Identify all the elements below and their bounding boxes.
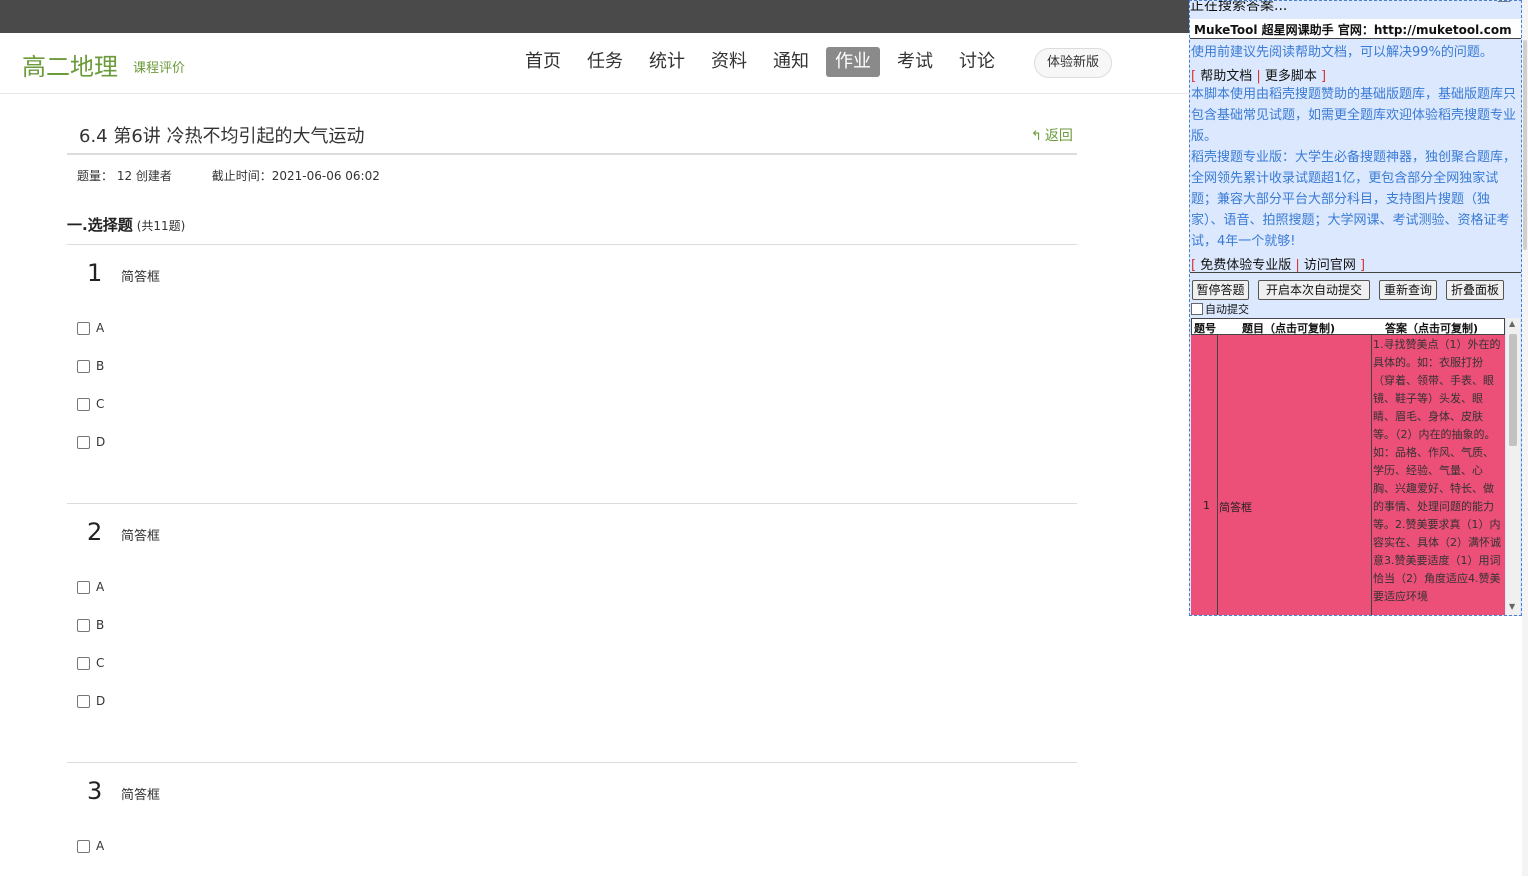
nav-discussion[interactable]: 讨论: [950, 47, 1004, 77]
nav-homework[interactable]: 作业: [826, 47, 880, 77]
row-answer-cell[interactable]: 1.寻找赞美点（1）外在的具体的。如：衣服打扮（穿着、领带、手表、眼镜、鞋子等）…: [1373, 336, 1502, 606]
course-eval-link[interactable]: 课程评价: [133, 57, 185, 76]
requery-button[interactable]: 重新查询: [1379, 280, 1437, 300]
nav-home[interactable]: 首页: [516, 47, 570, 77]
question-label: 简答框: [121, 788, 161, 803]
page-scrollbar[interactable]: [1522, 0, 1528, 876]
option-label: B: [96, 618, 105, 632]
panel-links-pro: [ 免费体验专业版 | 访问官网 ]: [1191, 258, 1366, 273]
panel-scroll-thumb[interactable]: [1509, 334, 1517, 446]
row-num-cell: 1: [1203, 499, 1210, 512]
auto-submit-label: 自动提交: [1205, 303, 1249, 316]
pause-answer-button[interactable]: 暂停答题: [1192, 280, 1249, 300]
option-label: D: [96, 435, 106, 449]
nav-materials[interactable]: 资料: [702, 47, 756, 77]
option-checkbox[interactable]: [77, 839, 90, 853]
help-doc-link[interactable]: 帮助文档: [1200, 69, 1252, 84]
back-arrow-icon: ↰: [1031, 129, 1042, 144]
column-divider: [1217, 335, 1218, 615]
scroll-down-icon[interactable]: ▼: [1509, 602, 1515, 611]
panel-brand: MukeTool 超星网课助手 官网：http://muketool.com: [1194, 23, 1512, 37]
enable-auto-submit-button[interactable]: 开启本次自动提交: [1258, 280, 1370, 300]
option-checkbox[interactable]: [77, 359, 90, 373]
question-block: 3 简答框 A: [67, 762, 1077, 877]
option-a[interactable]: A: [77, 580, 104, 594]
option-checkbox[interactable]: [77, 580, 90, 594]
option-label: A: [96, 321, 105, 335]
option-a[interactable]: A: [77, 321, 104, 335]
main-nav: 首页 任务 统计 资料 通知 作业 考试 讨论: [516, 47, 1012, 77]
try-new-version-button[interactable]: 体验新版: [1034, 48, 1112, 78]
nav-tasks[interactable]: 任务: [578, 47, 632, 77]
nav-stats[interactable]: 统计: [640, 47, 694, 77]
panel-notice: 使用前建议先阅读帮助文档，可以解决99%的问题。: [1191, 45, 1493, 60]
collapse-panel-button[interactable]: 折叠面板: [1446, 280, 1504, 300]
answer-table-header: 题号 题目（点击可复制) 答案（点击可复制): [1191, 318, 1505, 335]
option-c[interactable]: C: [77, 397, 104, 411]
homework-title: 6.4 第6讲 冷热不均引起的大气运动: [79, 126, 365, 147]
panel-scrollbar[interactable]: ▲ ▼: [1506, 318, 1520, 615]
panel-info-pro: 稻壳搜题专业版：大学生必备搜题神器，独创聚合题库，全网领先累计收录试题超1亿，更…: [1191, 150, 1517, 249]
row-question-cell[interactable]: 简答框: [1219, 499, 1252, 515]
question-number: 3: [87, 777, 103, 805]
panel-status: 正在搜索答案...: [1190, 0, 1288, 14]
page-scroll-thumb[interactable]: [1523, 40, 1527, 250]
scroll-up-icon[interactable]: ▲: [1509, 319, 1515, 328]
col-header-num: 题号: [1194, 322, 1216, 335]
nav-exams[interactable]: 考试: [888, 47, 942, 77]
panel-divider: [1190, 272, 1521, 273]
option-checkbox[interactable]: [77, 656, 90, 670]
col-header-question: 题目（点击可复制): [1242, 322, 1336, 335]
option-checkbox[interactable]: [77, 694, 90, 708]
panel-info-basic: 本脚本使用由稻壳搜题赞助的基础版题库，基础版题库只包含基础常见试题，如需更全题库…: [1191, 87, 1517, 144]
option-d[interactable]: D: [77, 694, 105, 708]
back-label: 返回: [1044, 128, 1073, 144]
option-checkbox[interactable]: [77, 435, 90, 449]
option-d[interactable]: D: [77, 435, 105, 449]
option-label: A: [96, 839, 105, 853]
option-label: C: [96, 656, 105, 670]
section-title-text: 一.选择题: [67, 216, 133, 234]
question-number: 2: [87, 518, 103, 546]
question-block: 2 简答框 A B C D: [67, 503, 1077, 762]
section-count: (共11题): [136, 219, 186, 233]
option-label: C: [96, 397, 105, 411]
panel-brand-row: MukeTool 超星网课助手 官网：http://muketool.com: [1190, 19, 1521, 39]
option-b[interactable]: B: [77, 359, 104, 373]
visit-site-link[interactable]: 访问官网: [1304, 258, 1356, 273]
auto-submit-checkbox[interactable]: [1191, 303, 1203, 315]
deadline: 截止时间：2021-06-06 06:02: [211, 169, 380, 183]
panel-links-help: [ 帮助文档 | 更多脚本 ]: [1191, 69, 1327, 84]
title-divider: [67, 153, 1077, 155]
answer-table-row: 1 简答框 1.寻找赞美点（1）外在的具体的。如：衣服打扮（穿着、领带、手表、眼…: [1191, 335, 1505, 615]
column-divider: [1371, 335, 1372, 615]
col-header-answer: 答案（点击可复制): [1385, 322, 1479, 335]
option-label: A: [96, 580, 105, 594]
question-number: 1: [87, 259, 103, 287]
nav-notices[interactable]: 通知: [764, 47, 818, 77]
back-link[interactable]: ↰ 返回: [1031, 125, 1073, 145]
question-count: 题量： 12 创建者: [77, 169, 172, 183]
section-title: 一.选择题 (共11题): [67, 214, 185, 235]
option-label: B: [96, 359, 105, 373]
auto-submit-toggle[interactable]: 自动提交: [1191, 301, 1249, 317]
option-label: D: [96, 694, 106, 708]
muketool-panel: 正在搜索答案... — MukeTool 超星网课助手 官网：http://mu…: [1189, 0, 1522, 616]
more-scripts-link[interactable]: 更多脚本: [1265, 69, 1317, 84]
question-label: 简答框: [121, 529, 161, 544]
option-checkbox[interactable]: [77, 321, 90, 335]
course-title[interactable]: 高二地理: [22, 47, 118, 82]
option-a[interactable]: A: [77, 839, 104, 853]
option-c[interactable]: C: [77, 656, 104, 670]
option-b[interactable]: B: [77, 618, 104, 632]
option-checkbox[interactable]: [77, 618, 90, 632]
option-checkbox[interactable]: [77, 397, 90, 411]
minimize-icon[interactable]: —: [1497, 1, 1511, 9]
question-label: 简答框: [121, 270, 161, 285]
free-trial-link[interactable]: 免费体验专业版: [1200, 258, 1291, 273]
homework-meta: 题量： 12 创建者 截止时间：2021-06-06 06:02: [77, 167, 380, 184]
question-block: 1 简答框 A B C D: [67, 244, 1077, 503]
